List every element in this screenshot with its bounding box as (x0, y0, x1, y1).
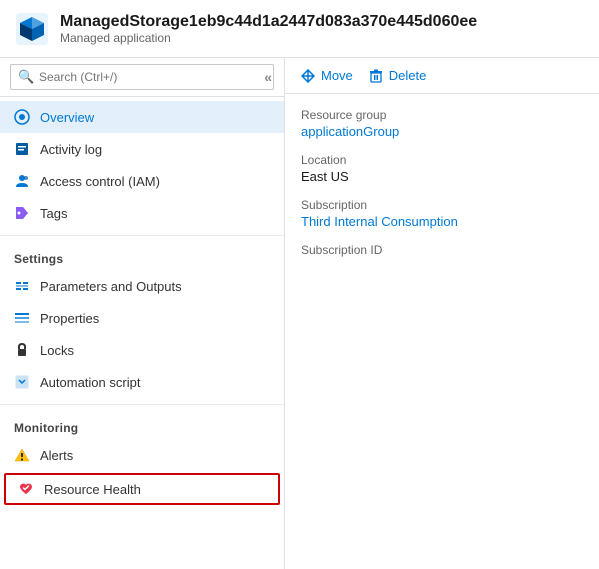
divider-2 (0, 404, 284, 405)
settings-section: Settings Parameters and Outputs Properti… (0, 238, 284, 402)
location-row: Location East US (301, 153, 583, 184)
alerts-icon (14, 447, 30, 463)
overview-label: Overview (40, 110, 94, 125)
monitoring-section-label: Monitoring (0, 411, 284, 439)
properties-icon (14, 310, 30, 326)
app-header: ManagedStorage1eb9c44d1a2447d083a370e445… (0, 0, 599, 58)
move-icon (301, 69, 315, 83)
monitoring-section: Monitoring Alerts Resource Health (0, 407, 284, 511)
move-button[interactable]: Move (301, 68, 353, 83)
overview-icon (14, 109, 30, 125)
activity-log-label: Activity log (40, 142, 102, 157)
locks-label: Locks (40, 343, 74, 358)
parameters-icon (14, 278, 30, 294)
sidebar-item-properties[interactable]: Properties (0, 302, 284, 334)
info-section: Resource group applicationGroup Location… (285, 94, 599, 285)
sidebar-item-resource-health[interactable]: Resource Health (4, 473, 280, 505)
content-area: Move Delete Resource group applicationGr… (285, 58, 599, 569)
subscription-row: Subscription Third Internal Consumption (301, 198, 583, 229)
sidebar-item-access-control[interactable]: Access control (IAM) (0, 165, 284, 197)
resource-health-label: Resource Health (44, 482, 141, 497)
subscription-id-row: Subscription ID (301, 243, 583, 257)
delete-icon (369, 69, 383, 83)
sidebar: 🔍 « Overview Activity log (0, 58, 285, 569)
sidebar-item-alerts[interactable]: Alerts (0, 439, 284, 471)
location-value: East US (301, 169, 583, 184)
search-input[interactable] (10, 64, 274, 90)
locks-icon (14, 342, 30, 358)
resource-group-row: Resource group applicationGroup (301, 108, 583, 139)
app-title: ManagedStorage1eb9c44d1a2447d083a370e445… (60, 12, 477, 31)
access-control-icon (14, 173, 30, 189)
parameters-label: Parameters and Outputs (40, 279, 182, 294)
activity-log-icon (14, 141, 30, 157)
toolbar: Move Delete (285, 58, 599, 94)
top-nav-section: Overview Activity log Access control (IA… (0, 97, 284, 233)
main-layout: 🔍 « Overview Activity log (0, 58, 599, 569)
properties-label: Properties (40, 311, 99, 326)
sidebar-item-automation-script[interactable]: Automation script (0, 366, 284, 398)
automation-label: Automation script (40, 375, 140, 390)
tags-icon (14, 205, 30, 221)
delete-label: Delete (389, 68, 427, 83)
resource-group-value[interactable]: applicationGroup (301, 124, 583, 139)
sidebar-item-locks[interactable]: Locks (0, 334, 284, 366)
tags-label: Tags (40, 206, 67, 221)
resource-group-label: Resource group (301, 108, 583, 122)
sidebar-item-parameters-outputs[interactable]: Parameters and Outputs (0, 270, 284, 302)
app-subtitle: Managed application (60, 31, 477, 45)
sidebar-item-overview[interactable]: Overview (0, 101, 284, 133)
resource-health-icon (18, 481, 34, 497)
alerts-label: Alerts (40, 448, 73, 463)
app-icon (14, 11, 50, 47)
search-bar: 🔍 « (0, 58, 284, 97)
header-text-block: ManagedStorage1eb9c44d1a2447d083a370e445… (60, 12, 477, 45)
sidebar-item-activity-log[interactable]: Activity log (0, 133, 284, 165)
subscription-label: Subscription (301, 198, 583, 212)
collapse-button[interactable]: « (264, 69, 272, 85)
move-label: Move (321, 68, 353, 83)
settings-section-label: Settings (0, 242, 284, 270)
automation-icon (14, 374, 30, 390)
subscription-id-label: Subscription ID (301, 243, 583, 257)
divider-1 (0, 235, 284, 236)
access-control-label: Access control (IAM) (40, 174, 160, 189)
sidebar-item-tags[interactable]: Tags (0, 197, 284, 229)
subscription-value[interactable]: Third Internal Consumption (301, 214, 583, 229)
location-label: Location (301, 153, 583, 167)
delete-button[interactable]: Delete (369, 68, 427, 83)
